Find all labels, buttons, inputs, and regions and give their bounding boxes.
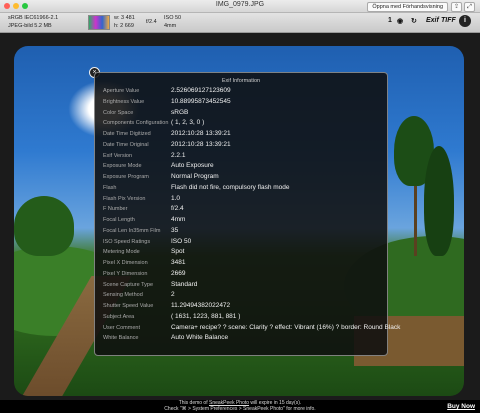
exif-row: User Comment Camera+ recipe? ? scene: Cla… [95,324,400,335]
exif-row: Aperture Value 2.526069127123609 [95,87,387,98]
exif-row-value: ( 1, 2, 3, 0 ) [171,119,205,127]
exif-row: Pixel X Dimension 3481 [95,259,387,270]
flash-value: 1 [388,17,392,24]
exif-row: Scene Capture Type Standard [95,281,387,292]
demo-notice: This demo of SneakPeek Photo will expire… [0,400,480,412]
fullscreen-icon[interactable]: ⤢ [464,2,475,12]
photo-cypress-tree [424,146,454,256]
exif-row-value: Auto Exposure [171,162,214,170]
exif-row-value: f/2.4 [171,205,184,213]
exif-row: Focal Length 4mm [95,216,387,227]
exif-row: Components Configuration( 1, 2, 3, 0 ) [95,119,387,130]
info-toolbar: sRGB IEC61966-2.1 JPEG-bild 5.2 MB w: 3 … [0,13,480,33]
exif-row-value: 2.526069127123609 [171,87,231,94]
exif-row: F Number f/2.4 [95,205,387,216]
tiff-button[interactable]: TIFF [441,17,456,24]
exif-row-label: Flash Pix Version [103,195,146,202]
demo-bar: This demo of SneakPeek Photo will expire… [0,400,480,413]
exif-row-value: Standard [171,280,198,288]
exif-row-label: Pixel X Dimension [103,260,148,266]
exif-row: Date Time Digitized 2012:10:28 13:39:21 [95,130,387,141]
exif-row-value: Spot [171,248,185,256]
rotate-icon[interactable]: ↻ [411,17,417,25]
exif-rows: Aperture Value 2.526069127123609 Brightnes… [95,87,400,345]
info-button[interactable]: i [459,15,471,27]
exif-row-value: 2 [171,291,175,299]
demo-line2: Check "⌘ > System Preferences > SneakPee… [164,405,316,412]
window-titlebar: IMG_0979.JPG Öppna med Förhandsvisning ⇪… [0,0,480,13]
exif-row-value: 10.88995873452545 [171,97,231,105]
exif-row: Color Space sRGB [95,109,387,120]
camera-icon: ◉ [397,18,404,25]
aperture-value: f/2.4 [146,19,157,25]
exif-row-label: Sensing Method [103,292,143,299]
share-icon[interactable]: ⇪ [451,2,462,12]
exif-row-label: Focal Length [103,217,135,223]
exif-row-label: Pixel Y Dimension [103,270,148,277]
exif-row-value: ISO 50 [171,237,192,245]
exif-row: Exif Version 2.2.1 [95,152,387,163]
exif-row-value: 35 [171,226,179,234]
exif-row-value: 2669 [171,269,186,277]
buy-now-link[interactable]: Buy Now [447,403,475,410]
exif-row: Pixel Y Dimension 2669 [95,270,387,281]
exif-row-value: 4mm [171,216,186,223]
exif-row: Focal Len In35mm Film 35 [95,227,387,238]
image-width: w: 3 481 [114,15,135,21]
exif-row: Subject Area( 1631, 1223, 881, 881 ) [95,313,387,324]
exif-row: Exposure Mode Auto Exposure [95,162,387,173]
exif-row: Exposure Program Normal Program [95,173,387,184]
exif-row-value: 11.29494382022472 [171,302,231,309]
exif-panel-title: Exif Information [221,78,261,84]
exif-row-value: 2.2.1 [171,151,186,159]
exif-row: Shutter Speed Value 11.29494382022472 [95,302,387,313]
focal-length-value: 4mm [164,23,177,29]
exif-row-value: Auto White Balance [171,334,229,342]
exif-info-panel: Exif Information Aperture Value 2.5260691… [94,72,400,356]
histogram [88,15,110,30]
color-profile: sRGB IEC61966-2.1 [8,15,59,21]
file-info: JPEG-bild 5.2 MB [8,23,52,29]
exif-row-value: ( 1631, 1223, 881, 881 ) [171,312,241,320]
exif-row-value: 1.0 [171,194,181,202]
photo-tree-left [14,196,74,256]
exif-row-value: Normal Program [171,173,219,180]
exif-row: ISO Speed Ratings ISO 50 [95,238,387,249]
exif-row-label: F Number [103,206,128,213]
exif-row: Flash Pix Version 1.0 [95,195,387,206]
exif-row: Metering Mode Spot [95,248,387,259]
exif-row-label: Focal Len In35mm Film [103,227,161,234]
exif-row-label: Exif Version [103,152,133,159]
image-height: h: 2 669 [114,23,134,29]
exif-row-value: 3481 [171,259,186,266]
iso-value: ISO 50 [164,15,182,21]
exif-row: Sensing Method 2 [95,291,387,302]
exif-row: White Balance Auto White Balance [95,334,387,345]
exif-row: Flash Flash did not fire, compulsory flas… [95,184,387,195]
exif-row: Date Time Original 2012:10:28 13:39:21 [95,141,387,152]
open-with-preview-button[interactable]: Öppna med Förhandsvisning [367,2,448,12]
exif-row-value: 2012:10:28 13:39:21 [171,140,231,148]
exif-row-value: 2012:10:28 13:39:21 [171,130,231,137]
exif-row-value: Camera+ recipe? ? scene: Clarity ? effec… [171,323,401,331]
exif-row-value: Flash did not fire, compulsory flash mod… [171,183,290,191]
exif-button[interactable]: Exif [426,17,439,24]
exif-row: Brightness Value 10.88995873452545 [95,98,387,109]
exif-row-value: sRGB [171,108,189,116]
exif-row-label: Metering Mode [103,249,140,256]
